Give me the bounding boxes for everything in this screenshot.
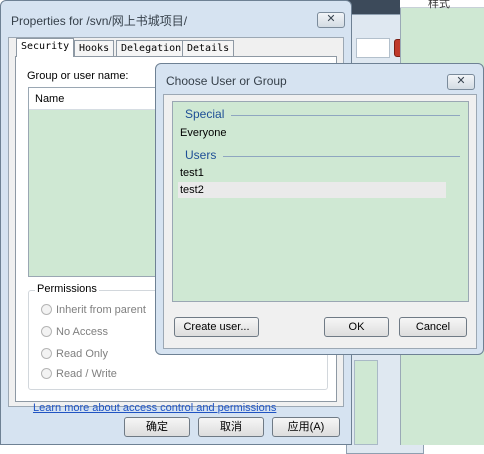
radio-icon [41,326,52,337]
tab-delegation[interactable]: Delegation [116,40,187,56]
tab-details[interactable]: Details [182,40,235,56]
radio-inherit[interactable]: Inherit from parent [41,304,146,316]
create-user-button[interactable]: Create user... [174,317,259,337]
section-divider [231,115,460,116]
background-right-label: 样式 [428,0,450,10]
list-item-test2[interactable]: test2 [178,182,446,198]
group-user-label: Group or user name: [27,70,129,82]
radio-icon [41,304,52,315]
tab-security[interactable]: Security [16,38,75,57]
tab-label: Security [21,41,70,52]
section-divider [223,156,460,157]
ok-button[interactable]: 确定 [124,417,190,437]
user-group-list[interactable]: Special Everyone Users test1 test2 [172,101,469,302]
radio-label: Inherit from parent [56,304,146,316]
tab-label: Delegation [121,43,182,54]
tab-label: Details [187,43,230,54]
radio-label: Read / Write [56,368,117,380]
tab-label: Hooks [79,43,110,54]
section-special: Special [173,107,468,123]
background-green-strip [354,360,378,445]
dialog-ok-button[interactable]: OK [324,317,389,337]
radio-label: No Access [56,326,108,338]
radio-icon [41,348,52,359]
column-name: Name [35,93,65,105]
apply-button[interactable]: 应用(A) [272,417,340,437]
radio-read-only[interactable]: Read Only [41,348,108,360]
choose-user-dialog: Choose User or Group ✕ Special Everyone … [155,63,484,355]
cancel-button[interactable]: 取消 [198,417,264,437]
window-title: Properties for /svn/网上书城项目/ [11,14,188,28]
radio-no-access[interactable]: No Access [41,326,108,338]
close-icon: ✕ [326,13,336,25]
close-button[interactable]: ✕ [317,12,345,28]
tab-hooks[interactable]: Hooks [74,40,115,56]
learn-more-link[interactable]: Learn more about access control and perm… [33,402,276,414]
section-users: Users [173,148,468,164]
radio-icon [41,368,52,379]
background-field [356,38,390,58]
permissions-legend: Permissions [35,283,99,295]
dialog-close-button[interactable]: ✕ [447,74,475,90]
radio-read-write[interactable]: Read / Write [41,368,117,380]
radio-label: Read Only [56,348,108,360]
section-label: Users [185,148,217,162]
dialog-body: Special Everyone Users test1 test2 Creat… [163,94,477,349]
section-label: Special [185,107,225,121]
close-icon: ✕ [456,75,466,87]
dialog-cancel-button[interactable]: Cancel [399,317,467,337]
list-item-everyone[interactable]: Everyone [178,125,446,141]
dialog-title: Choose User or Group [166,74,287,88]
list-item-test1[interactable]: test1 [178,165,446,181]
